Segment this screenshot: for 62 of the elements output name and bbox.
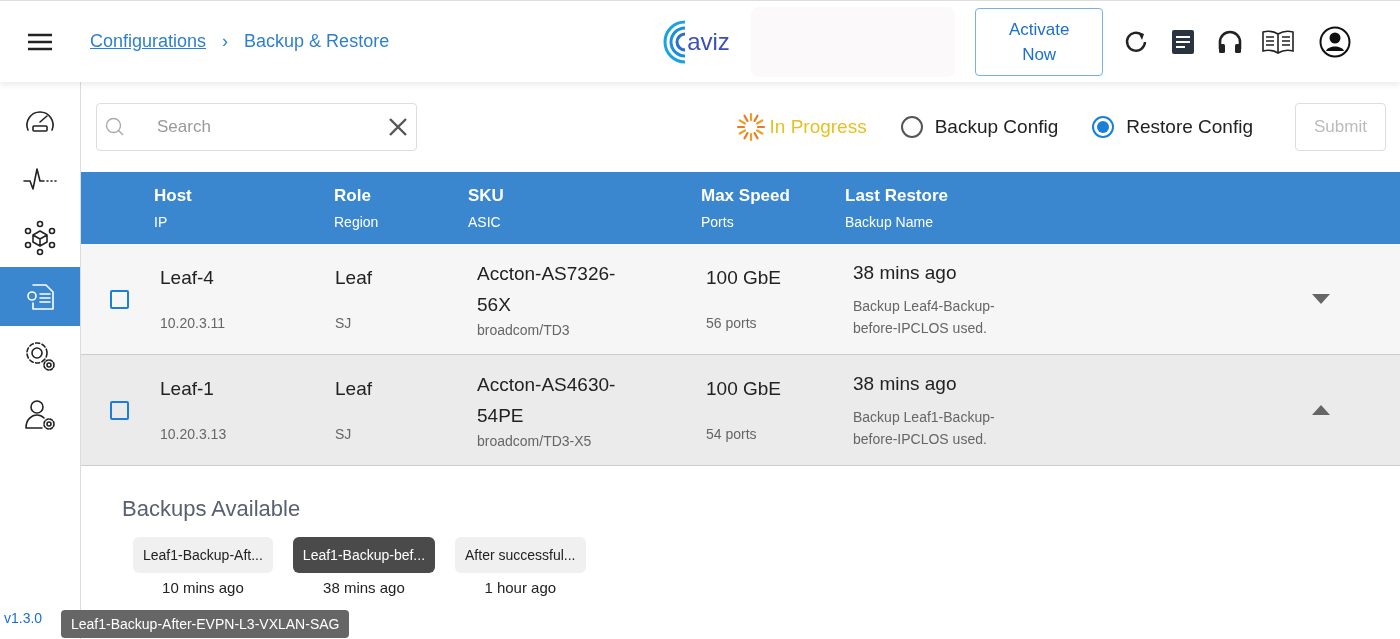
speed-text: 100 GbE xyxy=(706,377,782,402)
tooltip: Leaf1-Backup-After-EVPN-L3-VXLAN-SAG xyxy=(61,610,350,638)
ports-text: 56 ports xyxy=(706,313,758,333)
version-label: v1.3.0 xyxy=(4,609,43,628)
role-text: Leaf xyxy=(335,377,373,402)
role-text: Leaf xyxy=(335,266,373,291)
backup-name: Backup Leaf1-Backup- before-IPCLOS used. xyxy=(853,408,996,450)
last-restore-time: 38 mins ago xyxy=(853,260,958,285)
radio-option[interactable]: Backup Config xyxy=(900,112,1059,142)
activate-now-button[interactable]: Activate Now xyxy=(975,7,1104,76)
column-subtitle: IP xyxy=(154,212,169,232)
column-title: Role xyxy=(334,185,372,208)
column-subtitle: Region xyxy=(334,212,380,232)
user-avatar-icon[interactable] xyxy=(1319,25,1352,58)
column-title: Last Restore xyxy=(845,185,949,208)
network-cube-icon xyxy=(22,219,58,256)
backup-time: 1 hour ago xyxy=(484,578,557,598)
column-subtitle: ASIC xyxy=(468,212,502,232)
collapse-caret-icon[interactable] xyxy=(1312,405,1330,415)
clear-icon[interactable] xyxy=(388,117,408,137)
asic-text: broadcom/TD3 xyxy=(477,320,571,340)
asic-text: broadcom/TD3-X5 xyxy=(477,431,593,451)
menu-icon[interactable] xyxy=(28,32,52,51)
expand-caret-icon[interactable] xyxy=(1312,294,1330,304)
spinner-icon xyxy=(735,112,766,142)
breadcrumb-link[interactable]: Backup & Restore xyxy=(244,28,390,55)
headphones-icon[interactable] xyxy=(1217,28,1244,55)
logo: aviz xyxy=(655,15,732,68)
backup-chip[interactable]: After successful... xyxy=(455,537,586,573)
sku-text: Accton-AS4630- 54PE xyxy=(477,372,617,428)
host-name: Leaf-4 xyxy=(160,266,215,291)
backup-time: 10 mins ago xyxy=(162,578,244,598)
column-title: SKU xyxy=(468,185,505,208)
region-text: SJ xyxy=(335,424,353,444)
backup-name: Backup Leaf4-Backup- before-IPCLOS used. xyxy=(853,297,996,339)
speed-text: 100 GbE xyxy=(706,266,782,291)
backup-chip[interactable]: Leaf1-Backup-Aft... xyxy=(133,537,273,573)
row-checkbox[interactable] xyxy=(110,289,129,309)
document-icon[interactable] xyxy=(1171,28,1196,55)
ports-text: 54 ports xyxy=(706,424,758,444)
section-title: Backups Available xyxy=(122,495,302,523)
column-subtitle: Backup Name xyxy=(845,212,934,232)
breadcrumb-link[interactable]: Configurations xyxy=(90,28,207,55)
column-subtitle: Ports xyxy=(701,212,735,232)
radio-option[interactable]: Restore Config xyxy=(1092,112,1253,142)
column-title: Host xyxy=(154,185,193,208)
ip-address: 10.20.3.13 xyxy=(160,424,228,444)
column-title: Max Speed xyxy=(701,185,791,208)
host-name: Leaf-1 xyxy=(160,377,215,402)
search-bar[interactable]: Search xyxy=(96,103,417,151)
sku-text: Accton-AS7326- 56X xyxy=(477,261,617,317)
region-text: SJ xyxy=(335,313,353,333)
breadcrumb-separator: › xyxy=(222,30,229,53)
book-icon[interactable] xyxy=(1261,28,1296,55)
status-text: In Progress xyxy=(769,114,867,139)
backup-chip[interactable]: Leaf1-Backup-bef... xyxy=(292,537,436,573)
search-icon xyxy=(105,117,125,137)
row-checkbox[interactable] xyxy=(110,400,129,420)
ip-address: 10.20.3.11 xyxy=(160,313,227,333)
search-field[interactable]: Search xyxy=(157,114,388,140)
last-restore-time: 38 mins ago xyxy=(853,371,958,396)
backup-time: 38 mins ago xyxy=(323,578,405,598)
